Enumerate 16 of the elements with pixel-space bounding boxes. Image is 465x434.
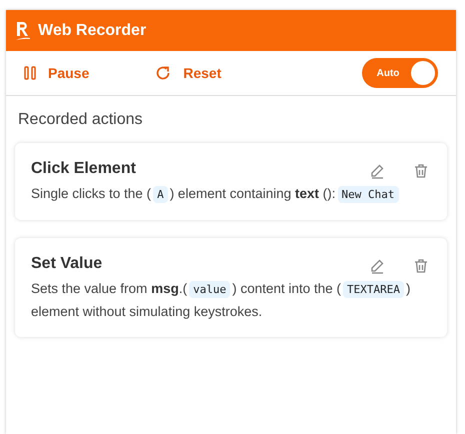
auto-toggle[interactable]: Auto <box>362 58 438 88</box>
action-description: Sets the value from msg.( value ) content into the ( TEXTAREA ) element without simulating keystrokes. <box>31 280 412 321</box>
app-title: Web Recorder <box>38 20 146 40</box>
pause-button[interactable]: Pause <box>24 62 90 84</box>
action-title: Set Value <box>31 254 102 274</box>
logo-icon <box>16 20 30 40</box>
section-title: Recorded actions <box>17 110 144 130</box>
pause-icon <box>24 66 36 80</box>
edit-icon[interactable] <box>369 163 385 179</box>
edit-icon[interactable] <box>369 258 385 274</box>
reset-button[interactable]: Reset <box>155 62 222 84</box>
reset-icon <box>155 65 172 81</box>
delete-icon[interactable] <box>413 163 429 179</box>
delete-icon[interactable] <box>413 258 429 274</box>
action-description: Single clicks to the ( A ) element containing text (): New Chat <box>31 183 429 206</box>
action-title: Click Element <box>31 159 136 179</box>
